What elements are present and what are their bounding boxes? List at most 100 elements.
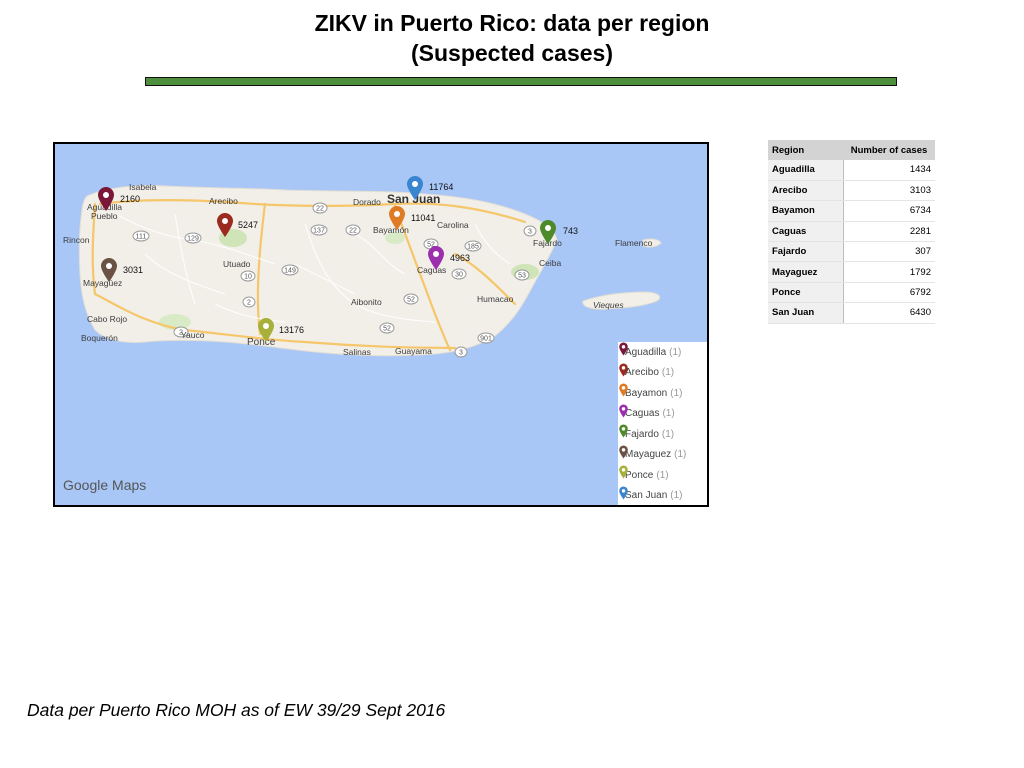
legend-item-arecibo[interactable]: Arecibo (1) bbox=[618, 363, 707, 384]
column-header-cases: Number of cases bbox=[843, 140, 935, 160]
legend-item-san-juan[interactable]: San Juan (1) bbox=[618, 486, 707, 506]
legend-count: (1) bbox=[656, 469, 669, 481]
table-row: Fajardo 307 bbox=[768, 241, 935, 263]
marker-pin-icon bbox=[619, 445, 628, 458]
legend-count: (1) bbox=[661, 367, 675, 379]
route-shield: 137 bbox=[310, 224, 328, 236]
table-row: San Juan 6430 bbox=[768, 302, 935, 324]
legend-label: Aguadilla bbox=[625, 346, 667, 358]
map-marker-ponce[interactable] bbox=[257, 317, 275, 343]
marker-count: 743 bbox=[563, 226, 579, 236]
map-marker-arecibo[interactable] bbox=[216, 212, 234, 238]
map-marker-aguadilla[interactable] bbox=[97, 186, 115, 212]
region-cell: Bayamon bbox=[768, 200, 844, 222]
table-row: Bayamon 6734 bbox=[768, 200, 935, 222]
cases-cell: 6792 bbox=[843, 282, 935, 304]
route-shield: 10 bbox=[240, 270, 256, 282]
route-shield: 129 bbox=[184, 232, 202, 244]
region-cell: Caguas bbox=[768, 221, 844, 243]
legend-count: (1) bbox=[662, 408, 675, 420]
marker-pin-icon bbox=[619, 404, 628, 417]
place-label: Arecibo bbox=[209, 196, 238, 206]
table-row: Ponce 6792 bbox=[768, 282, 935, 304]
region-cell: Mayaguez bbox=[768, 261, 844, 283]
legend-count: (1) bbox=[670, 387, 683, 399]
legend-item-caguas[interactable]: Caguas (1) bbox=[618, 404, 707, 425]
svg-text:3: 3 bbox=[459, 350, 463, 357]
marker-pin-icon bbox=[619, 486, 628, 499]
marker-pin-icon bbox=[619, 363, 628, 376]
legend-label: Bayamon bbox=[625, 387, 668, 399]
svg-text:137: 137 bbox=[313, 228, 325, 235]
marker-count: 5247 bbox=[238, 220, 259, 230]
map-marker-caguas[interactable] bbox=[427, 245, 445, 271]
place-label: Guayama bbox=[395, 346, 432, 356]
route-shield: 52 bbox=[403, 293, 419, 305]
svg-text:149: 149 bbox=[284, 268, 296, 275]
cases-cell: 3103 bbox=[843, 180, 935, 202]
route-shield: 901 bbox=[477, 332, 495, 344]
legend-item-aguadilla[interactable]: Aguadilla (1) bbox=[618, 342, 707, 363]
place-label: Vieques bbox=[593, 300, 624, 310]
region-cell: Ponce bbox=[768, 282, 844, 304]
legend-item-mayaguez[interactable]: Mayaguez (1) bbox=[618, 445, 707, 466]
map-marker-bayamon[interactable] bbox=[388, 205, 406, 231]
place-label: Cabo Rojo bbox=[87, 314, 128, 324]
table-row: Mayaguez 1792 bbox=[768, 261, 935, 283]
legend-label: Arecibo bbox=[625, 367, 659, 379]
route-shield: 2 bbox=[242, 296, 256, 308]
marker-count: 13176 bbox=[279, 325, 305, 335]
marker-pin-icon bbox=[619, 465, 628, 479]
route-shield: 30 bbox=[451, 268, 467, 280]
map-legend: Aguadilla (1) Arecibo (1) Bayamon (1) Cagua… bbox=[618, 342, 707, 506]
place-label: Yauco bbox=[181, 330, 205, 340]
table-header-row: Region Number of cases bbox=[768, 140, 935, 160]
place-label: Salinas bbox=[343, 347, 371, 357]
map-view[interactable]: 22 129 111 2 137 22 52 3 185 149 10 52 5… bbox=[53, 142, 709, 507]
cases-cell: 6734 bbox=[843, 200, 935, 222]
google-maps-watermark: Google Maps bbox=[63, 477, 147, 493]
marker-pin-icon bbox=[619, 342, 628, 356]
map-marker-mayaguez[interactable] bbox=[100, 257, 118, 283]
place-label: Ceiba bbox=[539, 258, 562, 268]
svg-text:53: 53 bbox=[518, 273, 526, 280]
cases-cell: 1792 bbox=[843, 261, 935, 283]
svg-text:52: 52 bbox=[407, 297, 415, 304]
place-label: Rincon bbox=[63, 235, 90, 245]
title-line-2: (Suspected cases) bbox=[411, 40, 613, 66]
svg-text:10: 10 bbox=[244, 274, 252, 281]
svg-text:185: 185 bbox=[467, 244, 479, 251]
source-footnote: Data per Puerto Rico MOH as of EW 39/29 … bbox=[27, 700, 446, 720]
legend-item-fajardo[interactable]: Fajardo (1) bbox=[618, 424, 707, 445]
cases-cell: 6430 bbox=[843, 302, 935, 324]
legend-item-ponce[interactable]: Ponce (1) bbox=[618, 465, 707, 486]
slide-title: ZIKV in Puerto Rico: data per region (Su… bbox=[0, 8, 1024, 68]
map-base: 22 129 111 2 137 22 52 3 185 149 10 52 5… bbox=[78, 185, 662, 358]
cases-cell: 1434 bbox=[843, 160, 935, 181]
place-label: Boquerón bbox=[81, 333, 118, 343]
svg-text:22: 22 bbox=[349, 228, 357, 235]
place-label: Aibonito bbox=[351, 297, 382, 307]
place-label: Utuado bbox=[223, 259, 251, 269]
legend-item-bayamon[interactable]: Bayamon (1) bbox=[618, 383, 707, 404]
route-shield: 111 bbox=[132, 230, 150, 242]
cases-cell: 2281 bbox=[843, 221, 935, 243]
legend-label: Ponce bbox=[625, 469, 654, 481]
table-row: Arecibo 3103 bbox=[768, 180, 935, 202]
legend-count: (1) bbox=[669, 346, 682, 358]
place-label: Humacao bbox=[477, 294, 514, 304]
table-row: Aguadilla 1434 bbox=[768, 160, 935, 181]
route-shield: 22 bbox=[345, 224, 361, 236]
legend-label: Caguas bbox=[625, 408, 660, 420]
map-marker-fajardo[interactable] bbox=[539, 219, 557, 245]
place-label: Dorado bbox=[353, 197, 381, 207]
region-cell: Aguadilla bbox=[768, 160, 844, 181]
title-underline-bar bbox=[145, 77, 897, 86]
svg-text:901: 901 bbox=[480, 336, 492, 343]
route-shield: 22 bbox=[312, 202, 328, 214]
map-marker-san-juan[interactable] bbox=[406, 175, 424, 201]
route-shield: 3 bbox=[523, 225, 537, 237]
marker-count: 11041 bbox=[411, 213, 436, 223]
route-shield: 3 bbox=[454, 346, 468, 358]
route-shield: 185 bbox=[464, 240, 482, 252]
